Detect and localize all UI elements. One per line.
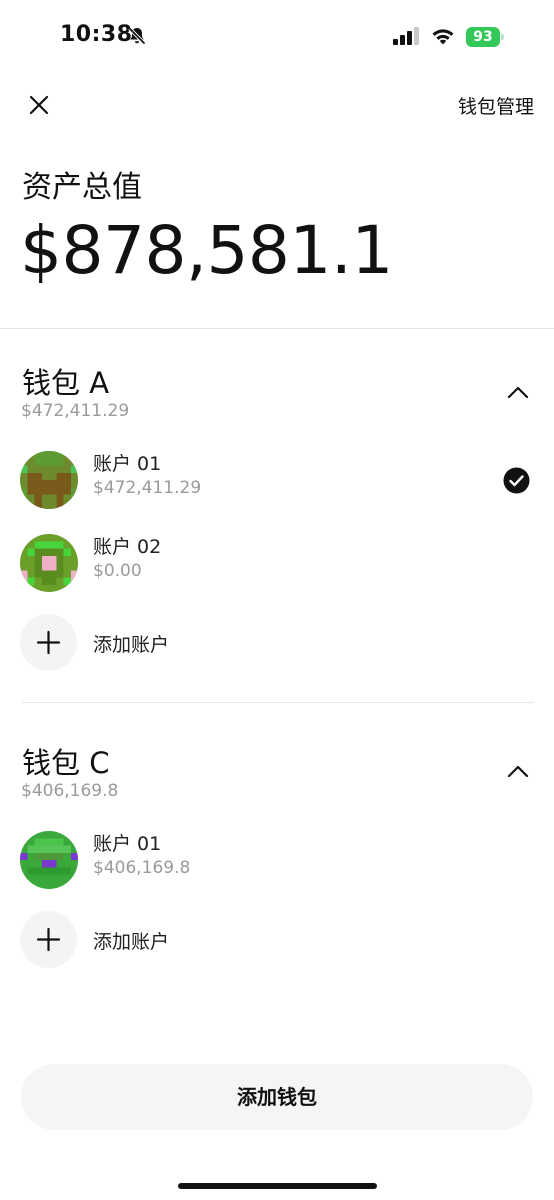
close-icon[interactable] [22,88,56,122]
wallet-manage-button[interactable]: 钱包管理 [458,92,534,119]
account-avatar [20,831,78,889]
cellular-signal-icon [393,27,419,45]
account-row[interactable]: 账户 01 $472,411.29 [0,445,554,515]
plus-icon [36,630,61,655]
plus-icon [36,927,61,952]
account-name: 账户 02 [93,536,162,558]
battery-level: 93 [473,29,493,45]
wallet-divider [22,702,534,703]
account-row[interactable]: 账户 01 $406,169.8 [0,825,554,895]
status-time: 10:38 [60,22,133,47]
account-balance: $406,169.8 [93,858,191,878]
wallet-c-name: 钱包 C [22,746,110,780]
bell-muted-icon [128,27,146,45]
account-balance: $0.00 [93,561,142,581]
add-account-label: 添加账户 [93,931,170,953]
add-account-button[interactable]: 添加账户 [0,614,554,672]
account-row[interactable]: 账户 02 $0.00 [0,528,554,598]
wallet-c-total: $406,169.8 [21,781,119,801]
chevron-up-icon[interactable] [503,378,533,408]
account-avatar [20,534,78,592]
wifi-icon [432,29,454,45]
add-wallet-button[interactable]: 添加钱包 [21,1064,533,1130]
add-account-label: 添加账户 [93,634,170,656]
wallet-a-total: $472,411.29 [21,401,130,421]
account-name: 账户 01 [93,833,162,855]
account-avatar [20,451,78,509]
section-divider [0,328,554,329]
selected-check-icon [503,467,530,494]
total-assets-label: 资产总值 [22,170,142,205]
account-name: 账户 01 [93,453,162,475]
add-account-button[interactable]: 添加账户 [0,911,554,969]
home-indicator [178,1183,377,1189]
total-assets-value: $878,581.1 [20,212,393,289]
chevron-up-icon[interactable] [503,757,533,787]
wallet-a-name: 钱包 A [22,366,110,400]
account-balance: $472,411.29 [93,478,202,498]
battery-icon: 93 [466,27,504,47]
